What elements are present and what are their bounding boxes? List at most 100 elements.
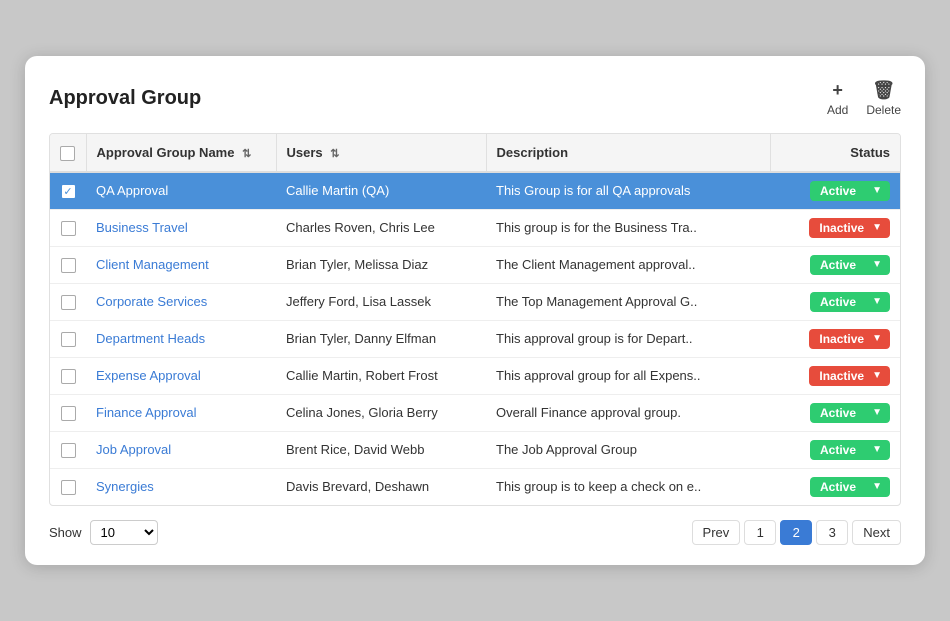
row-checkbox[interactable]: [61, 443, 76, 458]
add-button[interactable]: + Add: [827, 80, 848, 117]
approval-group-table: Approval Group Name ⇅ Users ⇅ Descriptio…: [50, 134, 900, 504]
status-badge[interactable]: Active▼: [810, 292, 890, 312]
status-dropdown-arrow: ▼: [872, 407, 882, 418]
row-checkbox[interactable]: [61, 332, 76, 347]
page-button-1[interactable]: 1: [744, 520, 776, 545]
row-desc-cell: The Client Management approval..: [486, 246, 770, 283]
card-header: Approval Group + Add 🗑 Delete: [49, 80, 901, 117]
table-row[interactable]: Department Heads Brian Tyler, Danny Elfma…: [50, 320, 900, 357]
name-sort-icon[interactable]: ⇅: [242, 147, 251, 160]
show-section: Show 102550100: [49, 520, 158, 545]
status-dropdown-arrow: ▼: [872, 185, 882, 196]
header-desc-col: Description: [486, 134, 770, 171]
users-sort-icon[interactable]: ⇅: [330, 147, 339, 160]
prev-button[interactable]: Prev: [692, 520, 741, 545]
group-name-link[interactable]: QA Approval: [96, 183, 168, 198]
status-badge[interactable]: Active▼: [810, 181, 890, 201]
status-badge[interactable]: Inactive▼: [809, 218, 890, 238]
header-actions: + Add 🗑 Delete: [827, 80, 901, 117]
header-status-col: Status: [770, 134, 900, 171]
row-name-cell: Corporate Services: [86, 283, 276, 320]
row-users-cell: Brian Tyler, Danny Elfman: [276, 320, 486, 357]
row-status-cell: Active▼: [770, 172, 900, 210]
show-select[interactable]: 102550100: [90, 520, 158, 545]
status-dropdown-arrow: ▼: [872, 444, 882, 455]
page-button-2[interactable]: 2: [780, 520, 812, 545]
row-name-cell: Business Travel: [86, 209, 276, 246]
row-checkbox-cell: [50, 320, 86, 357]
status-badge[interactable]: Active▼: [810, 255, 890, 275]
status-dropdown-arrow: ▼: [872, 296, 882, 307]
status-badge[interactable]: Active▼: [810, 440, 890, 460]
row-desc-cell: This approval group for all Expens..: [486, 357, 770, 394]
group-name-link[interactable]: Corporate Services: [96, 294, 207, 309]
row-name-cell: Synergies: [86, 468, 276, 505]
page-title: Approval Group: [49, 87, 201, 110]
table-row[interactable]: Business TravelCharles Roven, Chris LeeT…: [50, 209, 900, 246]
next-button[interactable]: Next: [852, 520, 901, 545]
row-desc-cell: This group is to keep a check on e..: [486, 468, 770, 505]
approval-group-card: Approval Group + Add 🗑 Delete Approval G…: [25, 56, 925, 564]
row-checkbox[interactable]: [61, 369, 76, 384]
table-row[interactable]: QA ApprovalCallie Martin (QA)This Group …: [50, 172, 900, 210]
table-row[interactable]: Client Management Brian Tyler, Melissa Di…: [50, 246, 900, 283]
group-name-link[interactable]: Department Heads: [96, 331, 205, 346]
row-status-cell: Inactive▼: [770, 320, 900, 357]
group-name-link[interactable]: Synergies: [96, 479, 154, 494]
table-row[interactable]: Job ApprovalBrent Rice, David WebbThe Jo…: [50, 431, 900, 468]
delete-label: Delete: [866, 103, 901, 117]
row-users-cell: Davis Brevard, Deshawn: [276, 468, 486, 505]
status-badge[interactable]: Inactive▼: [809, 329, 890, 349]
delete-button[interactable]: 🗑 Delete: [866, 80, 901, 117]
table-row[interactable]: Finance ApprovalCelina Jones, Gloria Ber…: [50, 394, 900, 431]
row-checkbox-cell: [50, 357, 86, 394]
status-badge[interactable]: Inactive▼: [809, 366, 890, 386]
pagination: Prev123Next: [692, 520, 901, 545]
row-checkbox[interactable]: [61, 184, 76, 199]
table-row[interactable]: Expense Approval Callie Martin, Robert Fr…: [50, 357, 900, 394]
status-dropdown-arrow: ▼: [872, 259, 882, 270]
row-checkbox-cell: [50, 209, 86, 246]
page-button-3[interactable]: 3: [816, 520, 848, 545]
header-name-label: Approval Group Name: [97, 145, 235, 160]
row-checkbox-cell: [50, 283, 86, 320]
status-dropdown-arrow: ▼: [872, 333, 882, 344]
row-checkbox[interactable]: [61, 221, 76, 236]
header-checkbox[interactable]: [60, 146, 75, 161]
status-dropdown-arrow: ▼: [872, 481, 882, 492]
row-checkbox-cell: [50, 246, 86, 283]
header-users-label: Users: [287, 145, 323, 160]
row-status-cell: Active▼: [770, 246, 900, 283]
row-checkbox-cell: [50, 394, 86, 431]
row-users-cell: Callie Martin, Robert Frost: [276, 357, 486, 394]
row-checkbox[interactable]: [61, 295, 76, 310]
row-name-cell: Job Approval: [86, 431, 276, 468]
row-users-cell: Brent Rice, David Webb: [276, 431, 486, 468]
row-name-cell: Finance Approval: [86, 394, 276, 431]
row-checkbox[interactable]: [61, 258, 76, 273]
row-checkbox-cell: [50, 431, 86, 468]
row-checkbox[interactable]: [61, 480, 76, 495]
row-desc-cell: This group is for the Business Tra..: [486, 209, 770, 246]
row-checkbox-cell: [50, 172, 86, 210]
group-name-link[interactable]: Expense Approval: [96, 368, 201, 383]
table-body: QA ApprovalCallie Martin (QA)This Group …: [50, 172, 900, 505]
row-checkbox[interactable]: [61, 406, 76, 421]
group-name-link[interactable]: Client Management: [96, 257, 209, 272]
table-row[interactable]: Synergies Davis Brevard, DeshawnThis grou…: [50, 468, 900, 505]
status-badge[interactable]: Active▼: [810, 403, 890, 423]
row-users-cell: Brian Tyler, Melissa Diaz: [276, 246, 486, 283]
status-dropdown-arrow: ▼: [872, 370, 882, 381]
row-status-cell: Inactive▼: [770, 209, 900, 246]
table-row[interactable]: Corporate ServicesJeffery Ford, Lisa Las…: [50, 283, 900, 320]
row-name-cell: QA Approval: [86, 172, 276, 210]
header-desc-label: Description: [497, 145, 569, 160]
group-name-link[interactable]: Business Travel: [96, 220, 188, 235]
group-name-link[interactable]: Finance Approval: [96, 405, 196, 420]
row-status-cell: Active▼: [770, 468, 900, 505]
row-name-cell: Expense Approval: [86, 357, 276, 394]
group-name-link[interactable]: Job Approval: [96, 442, 171, 457]
status-badge[interactable]: Active▼: [810, 477, 890, 497]
table-header: Approval Group Name ⇅ Users ⇅ Descriptio…: [50, 134, 900, 171]
row-status-cell: Active▼: [770, 431, 900, 468]
